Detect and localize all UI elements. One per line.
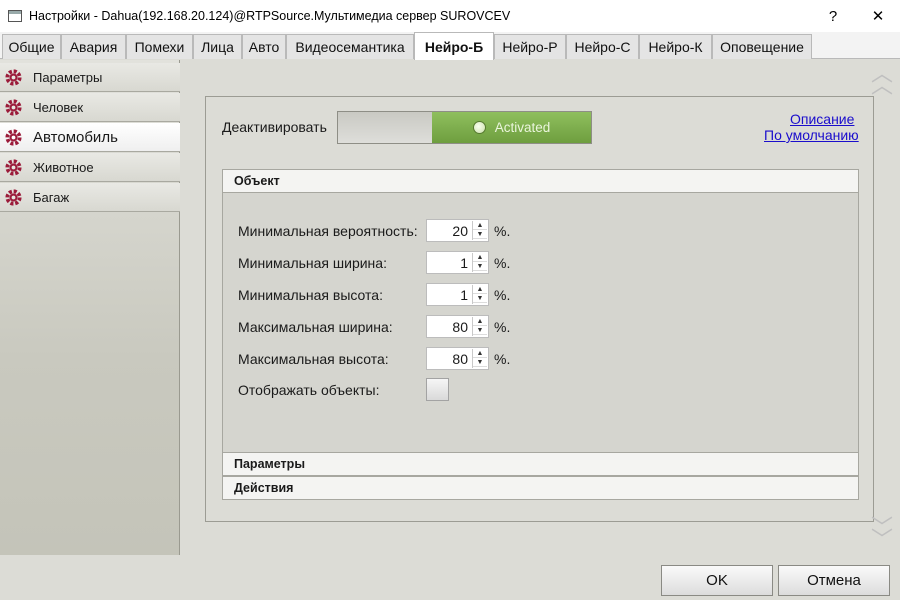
- tab-neuro-k[interactable]: Нейро-К: [639, 34, 712, 59]
- sidebar-item-label: Багаж: [33, 189, 70, 205]
- spinbox-value[interactable]: 1: [460, 255, 468, 271]
- tab-auto[interactable]: Авто: [242, 34, 286, 59]
- defaults-link[interactable]: По умолчанию: [764, 127, 859, 143]
- unit-label: %.: [494, 255, 511, 271]
- toggle-on-segment[interactable]: Activated: [432, 112, 591, 143]
- window-title: Настройки - Dahua(192.168.20.124)@RTPSou…: [29, 9, 511, 23]
- spinbox-value[interactable]: 1: [460, 287, 468, 303]
- cancel-button[interactable]: Отмена: [778, 565, 890, 596]
- field-label: Максимальная высота:: [238, 351, 389, 367]
- spin-down-icon[interactable]: ▼: [473, 358, 487, 367]
- field-row: Отображать объекты:: [238, 378, 638, 406]
- title-bar: Настройки - Dahua(192.168.20.124)@RTPSou…: [0, 0, 900, 32]
- field-row: Минимальная ширина: 1 ▲ ▼ %.: [238, 251, 638, 275]
- field-row: Максимальная высота: 80 ▲ ▼ %.: [238, 347, 638, 371]
- tab-notification[interactable]: Оповещение: [712, 34, 812, 59]
- group-header-actions[interactable]: Действия: [222, 476, 859, 500]
- tab-neuro-r[interactable]: Нейро-Р: [494, 34, 566, 59]
- tab-alarm[interactable]: Авария: [61, 34, 126, 59]
- gear-icon: [3, 127, 23, 147]
- tab-neuro-s[interactable]: Нейро-С: [566, 34, 639, 59]
- field-label: Отображать объекты:: [238, 382, 380, 398]
- field-row: Минимальная вероятность: 20 ▲ ▼ %.: [238, 219, 638, 243]
- sidebar-item-parameters[interactable]: Параметры: [0, 63, 180, 92]
- spin-up-icon[interactable]: ▲: [473, 349, 487, 358]
- unit-label: %.: [494, 287, 511, 303]
- sidebar-item-baggage[interactable]: Багаж: [0, 183, 180, 212]
- gear-icon: [3, 67, 23, 87]
- max-width-spinbox[interactable]: 80 ▲ ▼: [426, 315, 489, 338]
- min-probability-spinbox[interactable]: 20 ▲ ▼: [426, 219, 489, 242]
- tab-general[interactable]: Общие: [2, 34, 61, 59]
- tab-neuro-b[interactable]: Нейро-Б: [414, 32, 494, 60]
- spin-down-icon[interactable]: ▼: [473, 294, 487, 303]
- status-led-icon: [472, 121, 486, 134]
- sidebar-item-car[interactable]: Автомобиль: [0, 123, 180, 152]
- ok-button[interactable]: OK: [661, 565, 773, 596]
- scroll-up-icon[interactable]: ︿ ︿: [871, 63, 893, 97]
- spin-up-icon[interactable]: ▲: [473, 285, 487, 294]
- unit-label: %.: [494, 223, 511, 239]
- sidebar-item-label: Автомобиль: [33, 128, 118, 146]
- app-window-icon: [8, 10, 22, 22]
- deactivate-label: Деактивировать: [222, 119, 327, 135]
- tab-bar: Общие Авария Помехи Лица Авто Видеосеман…: [0, 32, 900, 60]
- max-height-spinbox[interactable]: 80 ▲ ▼: [426, 347, 489, 370]
- spinbox-value[interactable]: 20: [452, 223, 468, 239]
- field-label: Максимальная ширина:: [238, 319, 393, 335]
- group-header-object[interactable]: Объект: [222, 169, 859, 193]
- group-header-parameters[interactable]: Параметры: [222, 452, 859, 476]
- sidebar-item-label: Человек: [33, 99, 84, 115]
- tab-faces[interactable]: Лица: [193, 34, 242, 59]
- group-body-object: Минимальная вероятность: 20 ▲ ▼ %. Минима…: [222, 193, 859, 453]
- sidebar-item-animal[interactable]: Животное: [0, 153, 180, 182]
- sidebar-item-label: Животное: [33, 159, 94, 175]
- toggle-state-label: Activated: [494, 120, 551, 135]
- spin-up-icon[interactable]: ▲: [473, 221, 487, 230]
- scroll-down-icon[interactable]: ﹀ ﹀: [871, 517, 893, 551]
- field-label: Минимальная вероятность:: [238, 223, 418, 239]
- tab-video-semantics[interactable]: Видеосемантика: [286, 34, 414, 59]
- help-button[interactable]: ?: [810, 0, 856, 32]
- spin-down-icon[interactable]: ▼: [473, 230, 487, 239]
- min-width-spinbox[interactable]: 1 ▲ ▼: [426, 251, 489, 274]
- spinbox-value[interactable]: 80: [452, 351, 468, 367]
- spin-up-icon[interactable]: ▲: [473, 317, 487, 326]
- spinbox-value[interactable]: 80: [452, 319, 468, 335]
- gear-icon: [3, 187, 23, 207]
- settings-panel: Деактивировать Activated Описание По умо…: [205, 96, 874, 522]
- spin-up-icon[interactable]: ▲: [473, 253, 487, 262]
- sidebar-item-person[interactable]: Человек: [0, 93, 180, 122]
- tab-noise[interactable]: Помехи: [126, 34, 193, 59]
- gear-icon: [3, 157, 23, 177]
- sidebar-item-label: Параметры: [33, 69, 103, 85]
- field-label: Минимальная высота:: [238, 287, 383, 303]
- unit-label: %.: [494, 319, 511, 335]
- close-button[interactable]: ✕: [855, 0, 900, 32]
- show-objects-checkbox[interactable]: [426, 378, 449, 401]
- sidebar: Параметры Человек Автомобиль Животное Ба…: [0, 60, 180, 555]
- min-height-spinbox[interactable]: 1 ▲ ▼: [426, 283, 489, 306]
- description-link[interactable]: Описание: [790, 111, 854, 127]
- field-label: Минимальная ширина:: [238, 255, 387, 271]
- spin-down-icon[interactable]: ▼: [473, 326, 487, 335]
- unit-label: %.: [494, 351, 511, 367]
- main-area: ︿ ︿ Деактивировать Activated Описание По …: [181, 60, 900, 555]
- spin-down-icon[interactable]: ▼: [473, 262, 487, 271]
- field-row: Максимальная ширина: 80 ▲ ▼ %.: [238, 315, 638, 339]
- field-row: Минимальная высота: 1 ▲ ▼ %.: [238, 283, 638, 307]
- gear-icon: [3, 97, 23, 117]
- activation-toggle[interactable]: Activated: [337, 111, 592, 144]
